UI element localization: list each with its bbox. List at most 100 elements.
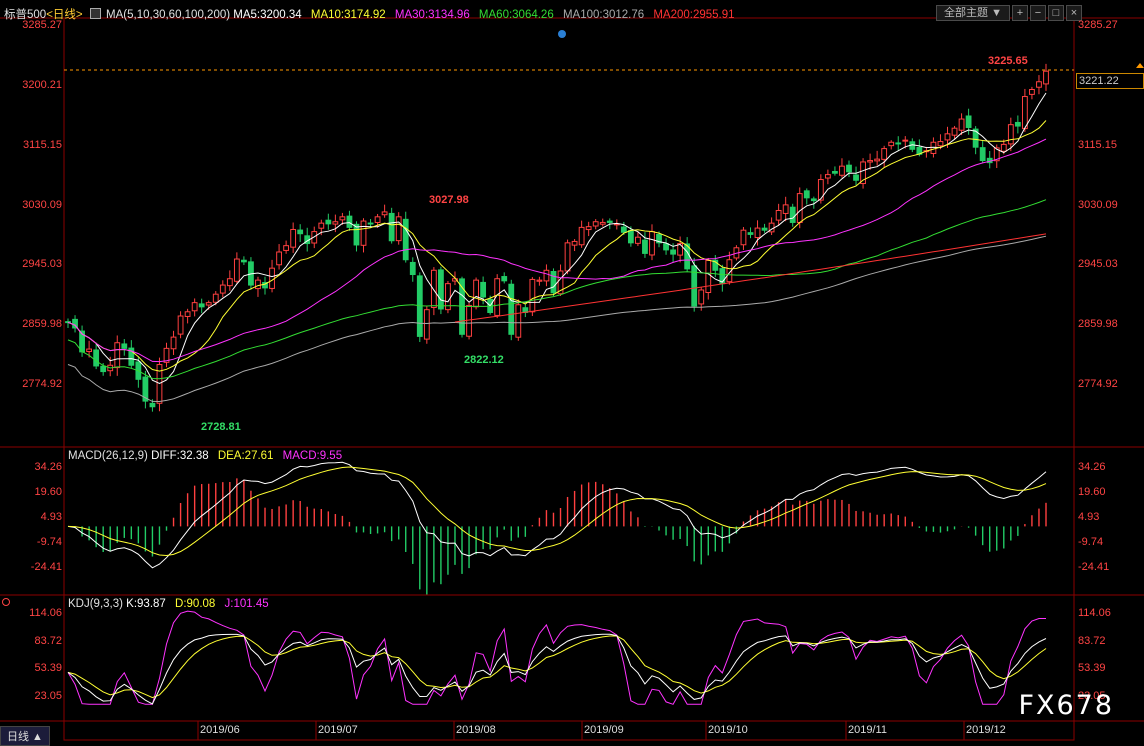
candle-body (114, 342, 121, 369)
candle-body (191, 302, 198, 312)
august-low-label: 2822.12 (464, 354, 504, 366)
candle-body (846, 164, 852, 173)
candle-body (775, 209, 782, 221)
candle-body (255, 279, 261, 290)
price-axis-right-label: 3285.27 (1078, 19, 1118, 31)
candle-body (578, 226, 585, 246)
candle-body (599, 221, 606, 225)
kdj-settings-label[interactable]: KDJ(9,3,3) (68, 598, 123, 610)
candle-body (233, 258, 240, 282)
macd-hist-value: MACD:9.55 (282, 450, 343, 462)
macd-settings-label[interactable]: MACD(26,12,9) (68, 450, 148, 462)
zoom-out-icon[interactable]: − (1030, 5, 1046, 21)
candle-body (853, 174, 859, 181)
macd-dea-value: DEA:27.61 (217, 450, 274, 462)
candle-body (810, 198, 817, 202)
candle-body (473, 279, 479, 308)
ma200-value: MA200:2955.91 (653, 9, 735, 21)
candle-body (381, 211, 388, 216)
price-axis-left-label: 3285.27 (22, 19, 62, 31)
recent-high-label: 3225.65 (988, 55, 1028, 67)
ma-toggle-icon[interactable] (89, 8, 101, 19)
candle-body (100, 365, 107, 373)
candle-body (606, 220, 613, 223)
period-tab[interactable]: 日线 ▲ (0, 726, 50, 746)
candle-body (824, 174, 831, 179)
candle-body (480, 281, 487, 298)
candle-body (951, 127, 958, 136)
candle-body (1000, 143, 1007, 152)
candle-body (782, 204, 789, 214)
candle-body (635, 236, 641, 244)
candle-body (747, 232, 754, 235)
price-chart[interactable] (0, 0, 1144, 742)
date-axis-label: 2019/10 (708, 724, 748, 736)
ma30-value: MA30:3134.96 (394, 9, 470, 21)
price-axis-right-label: 3030.09 (1078, 198, 1118, 211)
fx678-watermark: FX678 (1018, 690, 1114, 721)
candle-body (388, 212, 395, 242)
candle-body (402, 218, 409, 261)
candle-body (895, 142, 902, 145)
price-axis-right-label: 2945.03 (1078, 258, 1118, 271)
candle-body (276, 251, 282, 266)
kdj-j-line (67, 610, 1046, 705)
kdj-axis-left-label: 53.39 (34, 662, 62, 675)
candle-body (1021, 96, 1028, 130)
candle-body (508, 283, 515, 335)
candle-body (832, 170, 838, 174)
plot-frame (63, 17, 1075, 741)
peak-price-label: 3027.98 (429, 194, 469, 206)
macd-axis-left-label: 34.26 (34, 461, 62, 473)
macd-diff-value: DIFF:32.38 (151, 450, 209, 462)
macd-axis-right-label: 19.60 (1078, 485, 1106, 498)
ma30-line (67, 138, 1047, 363)
candle-body (761, 227, 768, 231)
candle-body (121, 343, 128, 349)
kdj-d-line (67, 635, 1047, 699)
kdj-axis-left-label: 83.72 (34, 634, 62, 647)
candle-body (1036, 81, 1042, 88)
candle-body (902, 139, 909, 142)
candle-body (1007, 124, 1014, 145)
macd-axis-left-label: -9.74 (36, 535, 62, 548)
price-axis-left-label: 3030.09 (22, 198, 62, 211)
candle-body (395, 216, 402, 242)
candle-body (170, 336, 177, 350)
candle-body (219, 284, 226, 294)
event-marker (558, 30, 566, 38)
candle-body (965, 115, 972, 128)
candle-body (627, 230, 634, 244)
indicator-settings-icon[interactable] (2, 598, 10, 606)
candle-body (803, 190, 810, 199)
date-axis-label: 2019/11 (848, 724, 887, 736)
theme-dropdown[interactable]: 全部主题 ▼ (936, 5, 1010, 21)
candle-body (297, 229, 304, 235)
candle-body (564, 242, 571, 272)
candle-body (529, 278, 536, 313)
price-axis-left-label: 3115.15 (23, 138, 62, 151)
candle-body (944, 133, 951, 141)
price-axis-right-label: 2774.92 (1078, 378, 1118, 390)
macd-axis-right-label: -24.41 (1078, 561, 1110, 573)
macd-dea-line (67, 466, 1047, 557)
candle-body (839, 165, 845, 176)
price-axis-right-label: 3115.15 (1078, 138, 1117, 151)
candle-body (663, 243, 669, 251)
date-axis-label: 2019/07 (318, 724, 358, 736)
candle-body (177, 315, 184, 335)
maximize-icon[interactable]: □ (1048, 5, 1064, 21)
candle-body (1029, 88, 1035, 95)
theme-dropdown-label: 全部主题 (944, 7, 989, 19)
candle-body (550, 270, 557, 294)
ma-settings-label[interactable]: MA(5,10,30,60,100,200) (106, 9, 230, 21)
candle-body (184, 311, 191, 317)
candle-body (226, 278, 233, 287)
zoom-in-icon[interactable]: + (1012, 5, 1028, 21)
candle-body (318, 222, 325, 229)
candle-body (325, 219, 332, 225)
last-price-box: 3221.22 (1076, 73, 1144, 89)
macd-axis-right-label: 4.93 (1078, 510, 1100, 523)
candle-body (649, 231, 655, 256)
candle-body (339, 216, 346, 221)
